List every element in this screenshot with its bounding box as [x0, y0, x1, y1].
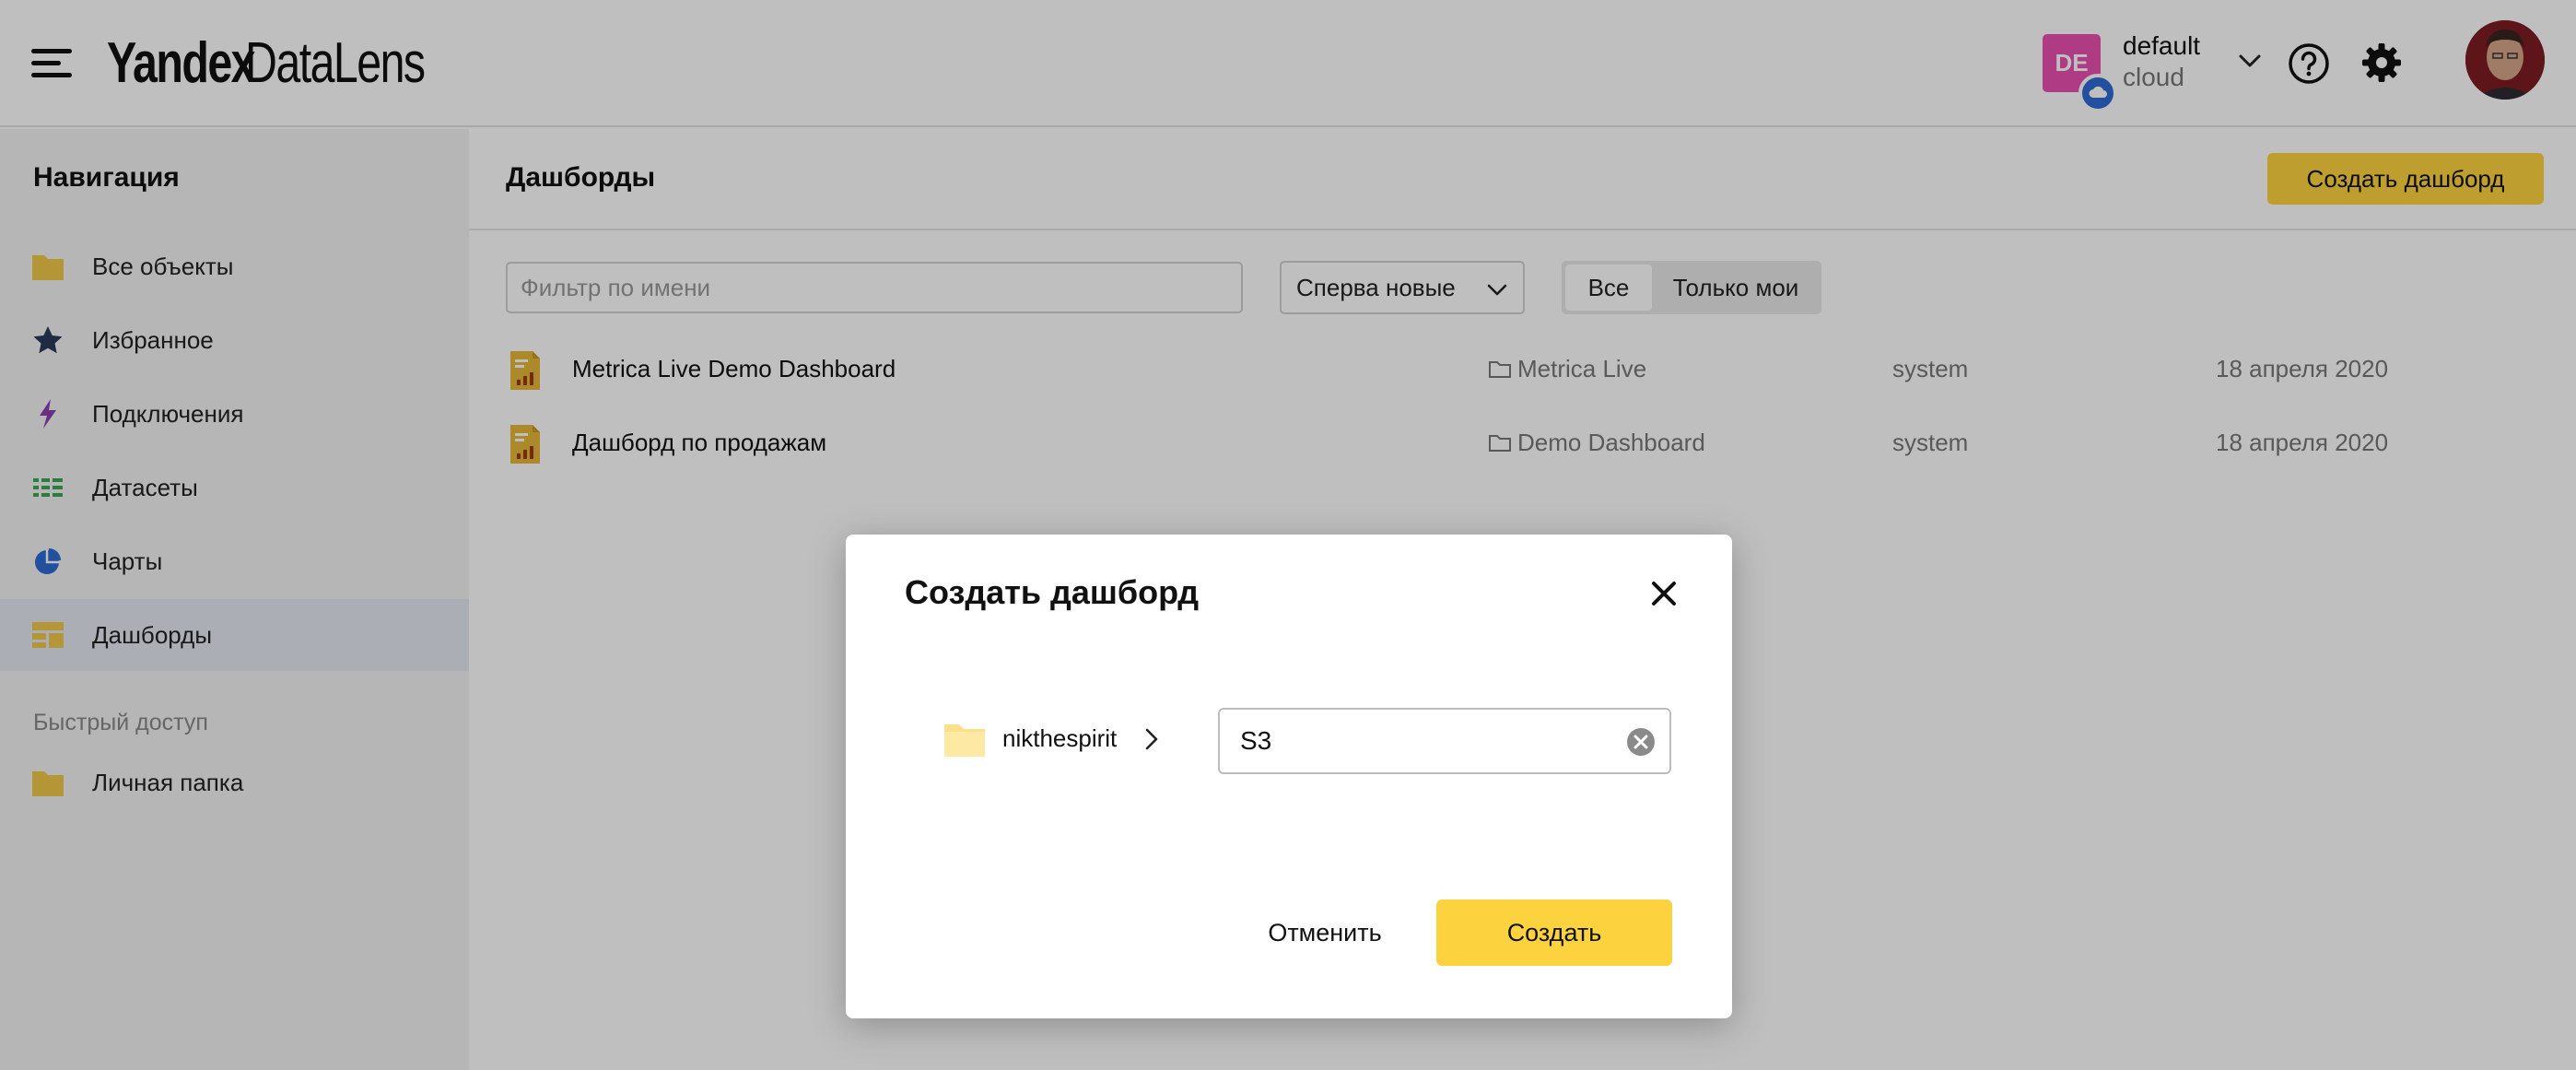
create-dashboard-dialog: Создать дашборд nikthespirit Отменить Со…	[846, 535, 1732, 1018]
dashboard-name-field[interactable]	[1218, 708, 1671, 774]
dashboard-name-input[interactable]	[1220, 710, 1616, 772]
folder-icon	[944, 724, 985, 757]
clear-icon[interactable]	[1625, 726, 1657, 758]
folder-name[interactable]: nikthespirit	[1002, 724, 1117, 753]
create-button[interactable]: Создать	[1436, 900, 1672, 966]
dialog-title: Создать дашборд	[905, 573, 1200, 611]
chevron-right-icon[interactable]	[1142, 726, 1161, 752]
cancel-button[interactable]: Отменить	[1242, 900, 1408, 966]
app-root: Yandex DataLens DE default cloud Навигац…	[0, 0, 2576, 1070]
close-icon[interactable]	[1647, 577, 1680, 610]
